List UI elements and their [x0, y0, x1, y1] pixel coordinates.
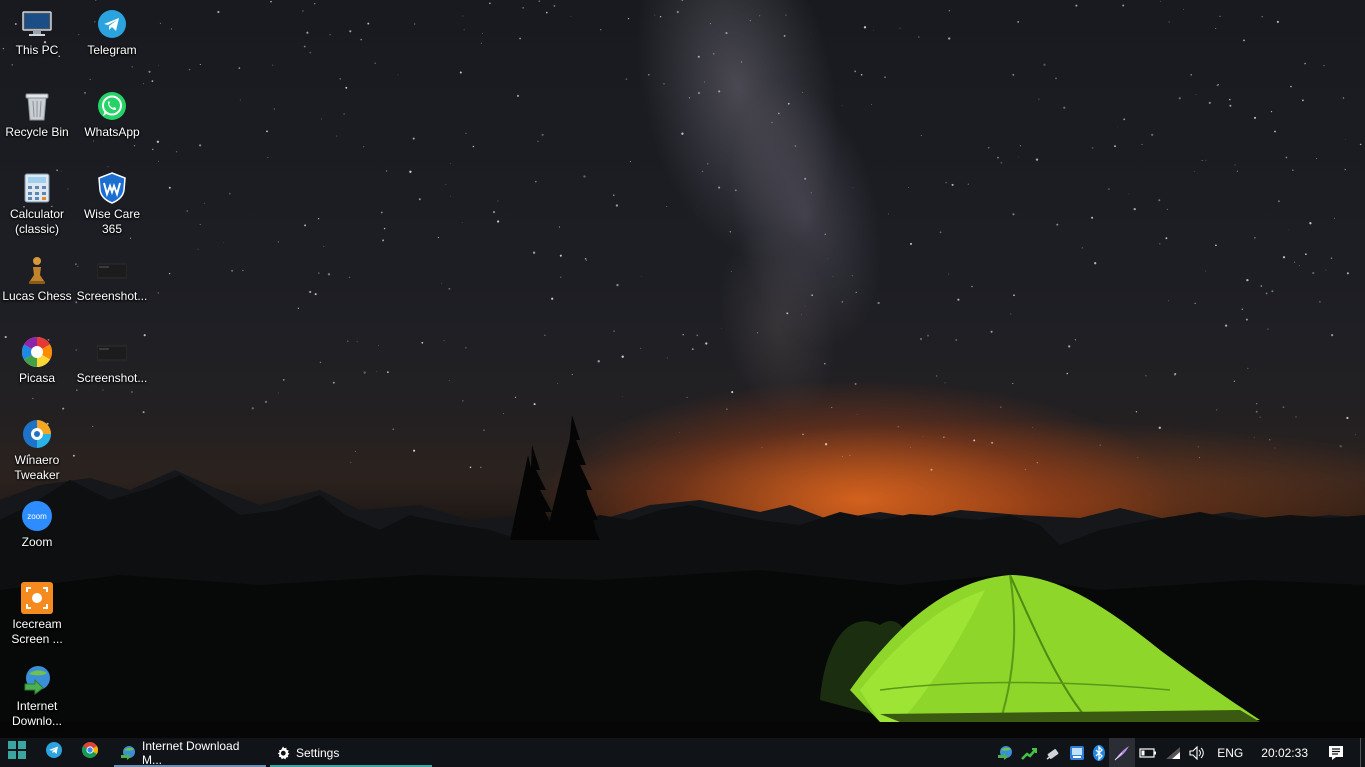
- taskbar: Internet Download M... Settings ENG 20:0…: [0, 738, 1365, 767]
- desktop-icon-label: This PC: [15, 43, 59, 57]
- desktop-icon-label: Icecream Screen ...: [11, 617, 63, 646]
- this-pc-icon: [21, 8, 53, 40]
- taskbar-app-settings[interactable]: Settings: [270, 738, 432, 767]
- volume-icon[interactable]: [1185, 738, 1209, 767]
- telegram-icon: [96, 8, 128, 40]
- desktop-icon-zoom[interactable]: zoom Zoom: [0, 494, 74, 550]
- desktop-icon-picasa[interactable]: Picasa: [0, 330, 74, 386]
- landscape: [0, 415, 1365, 738]
- desktop-icon-lucas-chess[interactable]: Lucas Chess: [0, 248, 74, 304]
- wifi-icon[interactable]: [1161, 738, 1185, 767]
- desktop-icon-calculator[interactable]: Calculator (classic): [0, 166, 74, 237]
- desktop-icon-icecream[interactable]: Icecream Screen ...: [0, 576, 74, 647]
- desktop-icon-label: Calculator (classic): [9, 207, 65, 236]
- desktop-icon-telegram[interactable]: Telegram: [75, 2, 149, 58]
- desktop-icon-winaero[interactable]: Winaero Tweaker: [0, 412, 74, 483]
- taskbar-telegram-button[interactable]: [34, 738, 74, 767]
- bluetooth-icon[interactable]: [1089, 738, 1109, 767]
- desktop-wallpaper: [0, 0, 1365, 738]
- desktop-icon-label: WhatsApp: [84, 125, 140, 139]
- telegram-icon: [46, 742, 62, 763]
- picasa-icon: [21, 336, 53, 368]
- chess-pawn-icon: [21, 254, 53, 286]
- start-icon: [8, 741, 26, 764]
- pen-tray-icon[interactable]: [1109, 738, 1136, 767]
- desktop-icon-recycle-bin[interactable]: Recycle Bin: [0, 84, 74, 140]
- desktop-icon-label: Wise Care 365: [83, 207, 140, 236]
- icecream-icon: [21, 582, 53, 614]
- idm-tray-icon[interactable]: [993, 738, 1017, 767]
- taskbar-app-label: Internet Download M...: [142, 738, 240, 767]
- start-button[interactable]: [0, 738, 34, 767]
- screenshot-file-icon: [96, 254, 128, 286]
- desktop-icon-label: Screenshot...: [76, 371, 148, 385]
- language-indicator[interactable]: ENG: [1209, 738, 1251, 767]
- winaero-icon: [21, 418, 53, 450]
- desktop-icon-whatsapp[interactable]: WhatsApp: [75, 84, 149, 140]
- battery-icon[interactable]: [1135, 738, 1161, 767]
- desktop-icon-label: Internet Downlo...: [11, 699, 63, 728]
- desktop-icon-label: Picasa: [18, 371, 56, 385]
- clock[interactable]: 20:02:33: [1251, 738, 1318, 767]
- whatsapp-icon: [96, 90, 128, 122]
- zoom-icon: zoom: [21, 500, 53, 532]
- show-desktop-button[interactable]: [1360, 738, 1365, 767]
- screen-tray-icon[interactable]: [1065, 738, 1089, 767]
- desktop-icon-label: Screenshot...: [76, 289, 148, 303]
- system-tray: ENG 20:02:33: [993, 738, 1365, 767]
- desktop-icon-internet-download-manager[interactable]: Internet Downlo...: [0, 658, 74, 729]
- wise-care-icon: [96, 172, 128, 204]
- desktop-icon-label: Recycle Bin: [5, 125, 69, 139]
- desktop-icon-label: Zoom: [21, 535, 53, 549]
- desktop-icon-label: Lucas Chess: [2, 289, 72, 303]
- svg-text:zoom: zoom: [27, 512, 47, 521]
- desktop-icon-this-pc[interactable]: This PC: [0, 2, 74, 58]
- desktop-icon-label: Winaero Tweaker: [14, 453, 60, 482]
- stock-tray-icon[interactable]: [1017, 738, 1041, 767]
- desktop-icon-label: Telegram: [87, 43, 137, 57]
- screenshot-file-icon: [96, 336, 128, 368]
- desktop-icon-wise-care[interactable]: Wise Care 365: [75, 166, 149, 237]
- desktop-icon-screenshot-2[interactable]: Screenshot...: [75, 330, 149, 386]
- calculator-icon: [21, 172, 53, 204]
- taskbar-app-internet-download-manager[interactable]: Internet Download M...: [114, 738, 266, 767]
- desktop-icon-screenshot-1[interactable]: Screenshot...: [75, 248, 149, 304]
- idm-icon: [21, 664, 53, 696]
- recycle-bin-icon: [21, 90, 53, 122]
- usb-tray-icon[interactable]: [1041, 738, 1065, 767]
- action-center-icon[interactable]: [1318, 738, 1354, 767]
- taskbar-chrome-button[interactable]: [74, 738, 106, 767]
- chrome-icon: [82, 742, 98, 763]
- taskbar-app-label: Settings: [296, 745, 340, 760]
- idm-icon: [120, 745, 136, 761]
- gear-icon: [276, 746, 290, 760]
